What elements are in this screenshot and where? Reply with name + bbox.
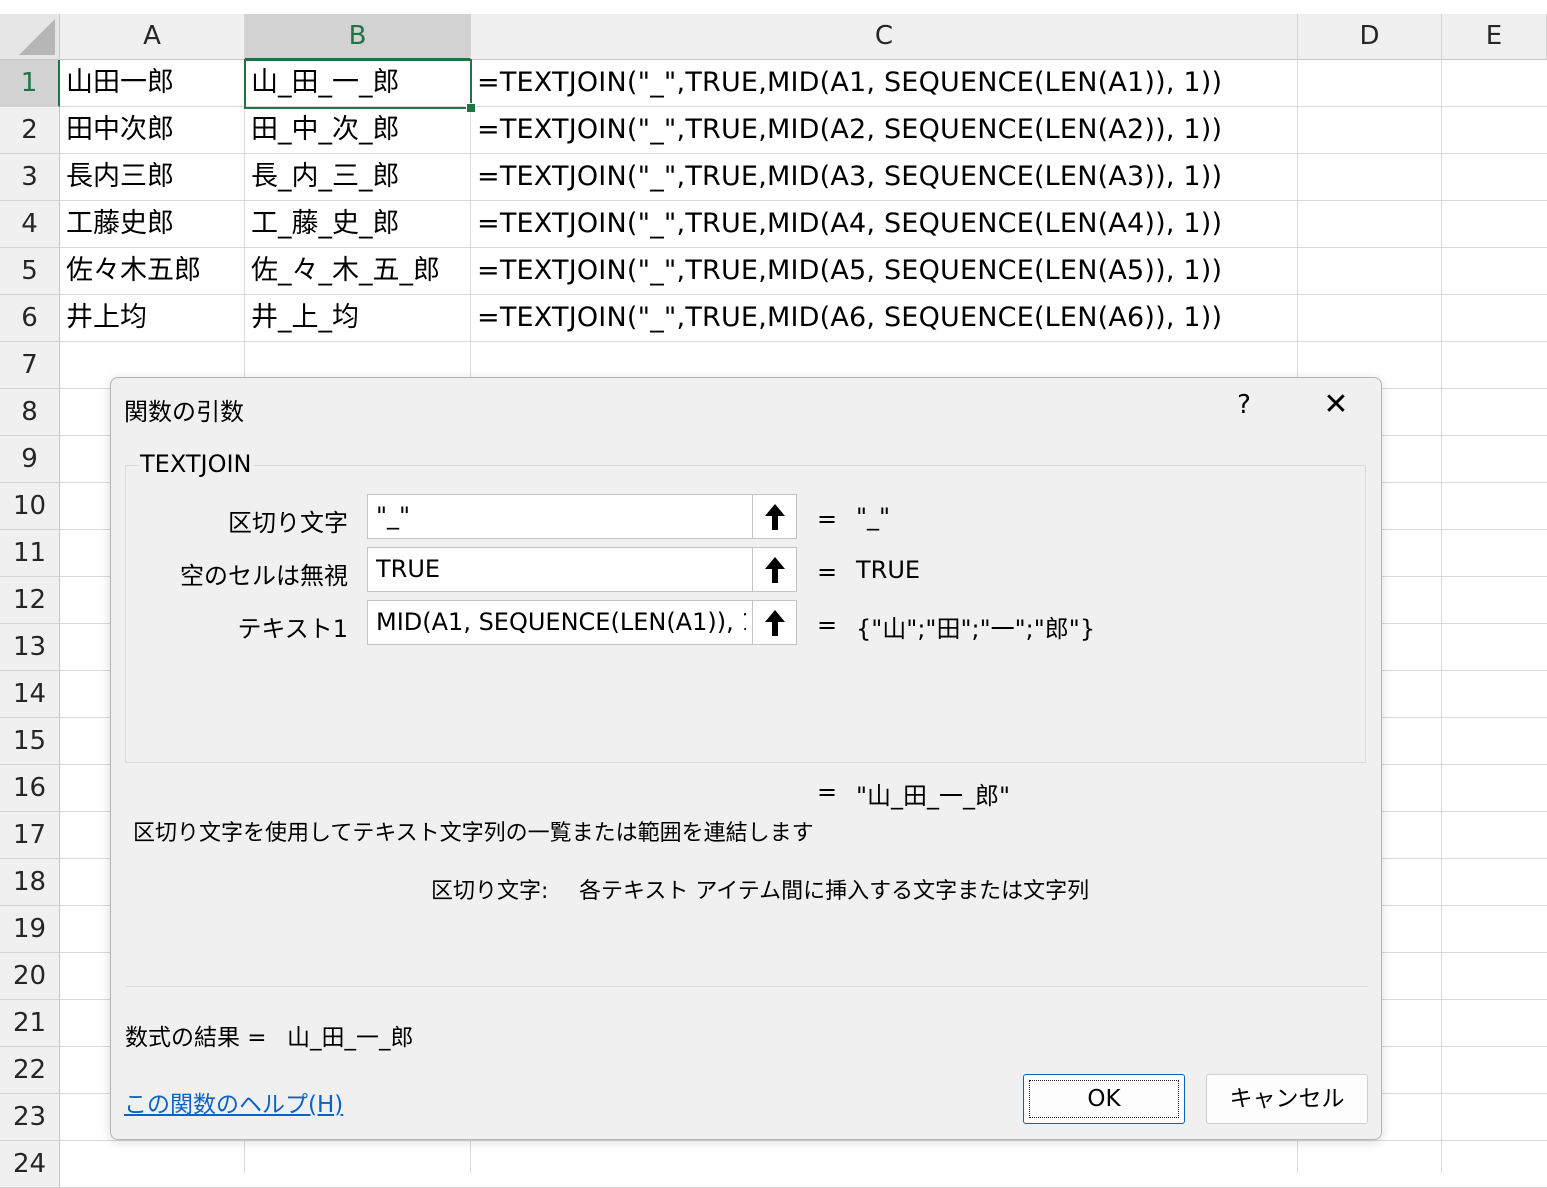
row-header-10[interactable]: 10 bbox=[0, 483, 60, 530]
row-header-6[interactable]: 6 bbox=[0, 295, 60, 342]
row-header-5[interactable]: 5 bbox=[0, 248, 60, 295]
row-header-24[interactable]: 24 bbox=[0, 1141, 60, 1188]
arg-equals-delimiter: = bbox=[817, 505, 838, 533]
function-description: 区切り文字を使用してテキスト文字列の一覧または範囲を連結します bbox=[133, 821, 814, 846]
arg-result-delimiter: "_" bbox=[856, 503, 891, 531]
row-header-17[interactable]: 17 bbox=[0, 812, 60, 859]
collapse-dialog-button-delimiter[interactable] bbox=[752, 495, 796, 538]
cell-b5[interactable]: 佐_々_木_五_郎 bbox=[245, 248, 440, 295]
cell-c3[interactable]: =TEXTJOIN("_",TRUE,MID(A3, SEQUENCE(LEN(… bbox=[471, 154, 1222, 201]
cell-b2[interactable]: 田_中_次_郎 bbox=[245, 107, 400, 154]
arg-value-delimiter[interactable]: "_" bbox=[376, 495, 746, 538]
collapse-dialog-button-ignore-empty[interactable] bbox=[752, 548, 796, 591]
row-header-2[interactable]: 2 bbox=[0, 107, 60, 154]
row-header-21[interactable]: 21 bbox=[0, 1000, 60, 1047]
function-help-link[interactable]: この関数のヘルプ(H) bbox=[124, 1085, 343, 1119]
close-button[interactable]: ✕ bbox=[1316, 388, 1356, 422]
cell-c1[interactable]: =TEXTJOIN("_",TRUE,MID(A1, SEQUENCE(LEN(… bbox=[471, 60, 1222, 107]
row-header-7[interactable]: 7 bbox=[0, 342, 60, 389]
function-name: TEXTJOIN bbox=[138, 450, 254, 478]
cell-a1[interactable]: 山田一郎 bbox=[60, 60, 174, 107]
dialog-title: 関数の引数 bbox=[124, 398, 244, 426]
arg-value-ignore-empty[interactable]: TRUE bbox=[376, 548, 746, 591]
row-header-14[interactable]: 14 bbox=[0, 671, 60, 718]
select-all-corner[interactable] bbox=[0, 14, 60, 60]
column-header-d[interactable]: D bbox=[1298, 14, 1442, 60]
fill-handle[interactable] bbox=[466, 103, 476, 113]
argument-description-name: 区切り文字: bbox=[431, 879, 549, 904]
divider bbox=[125, 986, 1368, 987]
column-header-e[interactable]: E bbox=[1442, 14, 1547, 60]
collapse-arrow-up-icon bbox=[764, 503, 785, 530]
formula-result-value: 山_田_一_郎 bbox=[287, 1025, 414, 1051]
row-header-9[interactable]: 9 bbox=[0, 436, 60, 483]
cell-c2[interactable]: =TEXTJOIN("_",TRUE,MID(A2, SEQUENCE(LEN(… bbox=[471, 107, 1222, 154]
formula-result-label: 数式の結果 = bbox=[125, 1025, 267, 1051]
function-result-value: "山_田_一_郎" bbox=[856, 782, 1011, 810]
help-button[interactable]: ? bbox=[1229, 388, 1259, 422]
cell-c4[interactable]: =TEXTJOIN("_",TRUE,MID(A4, SEQUENCE(LEN(… bbox=[471, 201, 1222, 248]
function-result-equals: = bbox=[817, 778, 838, 806]
arg-input-ignore-empty[interactable]: TRUE bbox=[367, 547, 797, 592]
column-gridline bbox=[1441, 60, 1442, 1173]
row-header-8[interactable]: 8 bbox=[0, 389, 60, 436]
row-header-3[interactable]: 3 bbox=[0, 154, 60, 201]
arg-equals-ignore-empty: = bbox=[817, 558, 838, 586]
arg-result-text1: {"山";"田";"一";"郎"} bbox=[856, 615, 1096, 643]
arg-equals-text1: = bbox=[817, 611, 838, 639]
arg-result-ignore-empty: TRUE bbox=[856, 556, 921, 584]
row-header-1[interactable]: 1 bbox=[0, 60, 60, 107]
row-header-12[interactable]: 12 bbox=[0, 577, 60, 624]
select-all-triangle-icon bbox=[19, 19, 55, 55]
cell-b3[interactable]: 長_内_三_郎 bbox=[245, 154, 400, 201]
arg-input-delimiter[interactable]: "_" bbox=[367, 494, 797, 539]
arg-value-text1[interactable]: MID(A1, SEQUENCE(LEN(A1)), 1) bbox=[376, 601, 746, 644]
cell-c6[interactable]: =TEXTJOIN("_",TRUE,MID(A6, SEQUENCE(LEN(… bbox=[471, 295, 1222, 342]
arg-label-delimiter: 区切り文字 bbox=[228, 509, 348, 537]
row-header-23[interactable]: 23 bbox=[0, 1094, 60, 1141]
row-header-11[interactable]: 11 bbox=[0, 530, 60, 577]
row-header-15[interactable]: 15 bbox=[0, 718, 60, 765]
arg-input-text1[interactable]: MID(A1, SEQUENCE(LEN(A1)), 1) bbox=[367, 600, 797, 645]
row-header-19[interactable]: 19 bbox=[0, 906, 60, 953]
column-header-a[interactable]: A bbox=[60, 14, 245, 60]
arg-label-text1: テキスト1 bbox=[237, 615, 348, 643]
function-arguments-dialog: 関数の引数 ? ✕ TEXTJOIN 区切り文字 "_" = "_" 空のセルは… bbox=[110, 377, 1382, 1140]
cell-c5[interactable]: =TEXTJOIN("_",TRUE,MID(A5, SEQUENCE(LEN(… bbox=[471, 248, 1222, 295]
row-header-13[interactable]: 13 bbox=[0, 624, 60, 671]
collapse-arrow-up-icon bbox=[764, 556, 785, 583]
row-gridline bbox=[60, 1140, 1547, 1141]
row-header-18[interactable]: 18 bbox=[0, 859, 60, 906]
collapse-dialog-button-text1[interactable] bbox=[752, 601, 796, 644]
cell-a6[interactable]: 井上均 bbox=[60, 295, 147, 342]
collapse-arrow-up-icon bbox=[764, 609, 785, 636]
cell-a4[interactable]: 工藤史郎 bbox=[60, 201, 174, 248]
cell-a5[interactable]: 佐々木五郎 bbox=[60, 248, 201, 295]
active-cell-b1[interactable] bbox=[244, 59, 472, 109]
arg-label-ignore-empty: 空のセルは無視 bbox=[180, 562, 348, 590]
cancel-button[interactable]: キャンセル bbox=[1206, 1074, 1368, 1124]
cell-a3[interactable]: 長内三郎 bbox=[60, 154, 174, 201]
row-header-16[interactable]: 16 bbox=[0, 765, 60, 812]
cell-b6[interactable]: 井_上_均 bbox=[245, 295, 359, 342]
column-header-b[interactable]: B bbox=[245, 14, 471, 60]
cell-b4[interactable]: 工_藤_史_郎 bbox=[245, 201, 400, 248]
row-header-22[interactable]: 22 bbox=[0, 1047, 60, 1094]
row-header-20[interactable]: 20 bbox=[0, 953, 60, 1000]
row-header-4[interactable]: 4 bbox=[0, 201, 60, 248]
cell-a2[interactable]: 田中次郎 bbox=[60, 107, 174, 154]
argument-description-text: 各テキスト アイテム間に挿入する文字または文字列 bbox=[579, 879, 1090, 904]
column-header-c[interactable]: C bbox=[471, 14, 1298, 60]
ok-button[interactable]: OK bbox=[1023, 1074, 1185, 1124]
